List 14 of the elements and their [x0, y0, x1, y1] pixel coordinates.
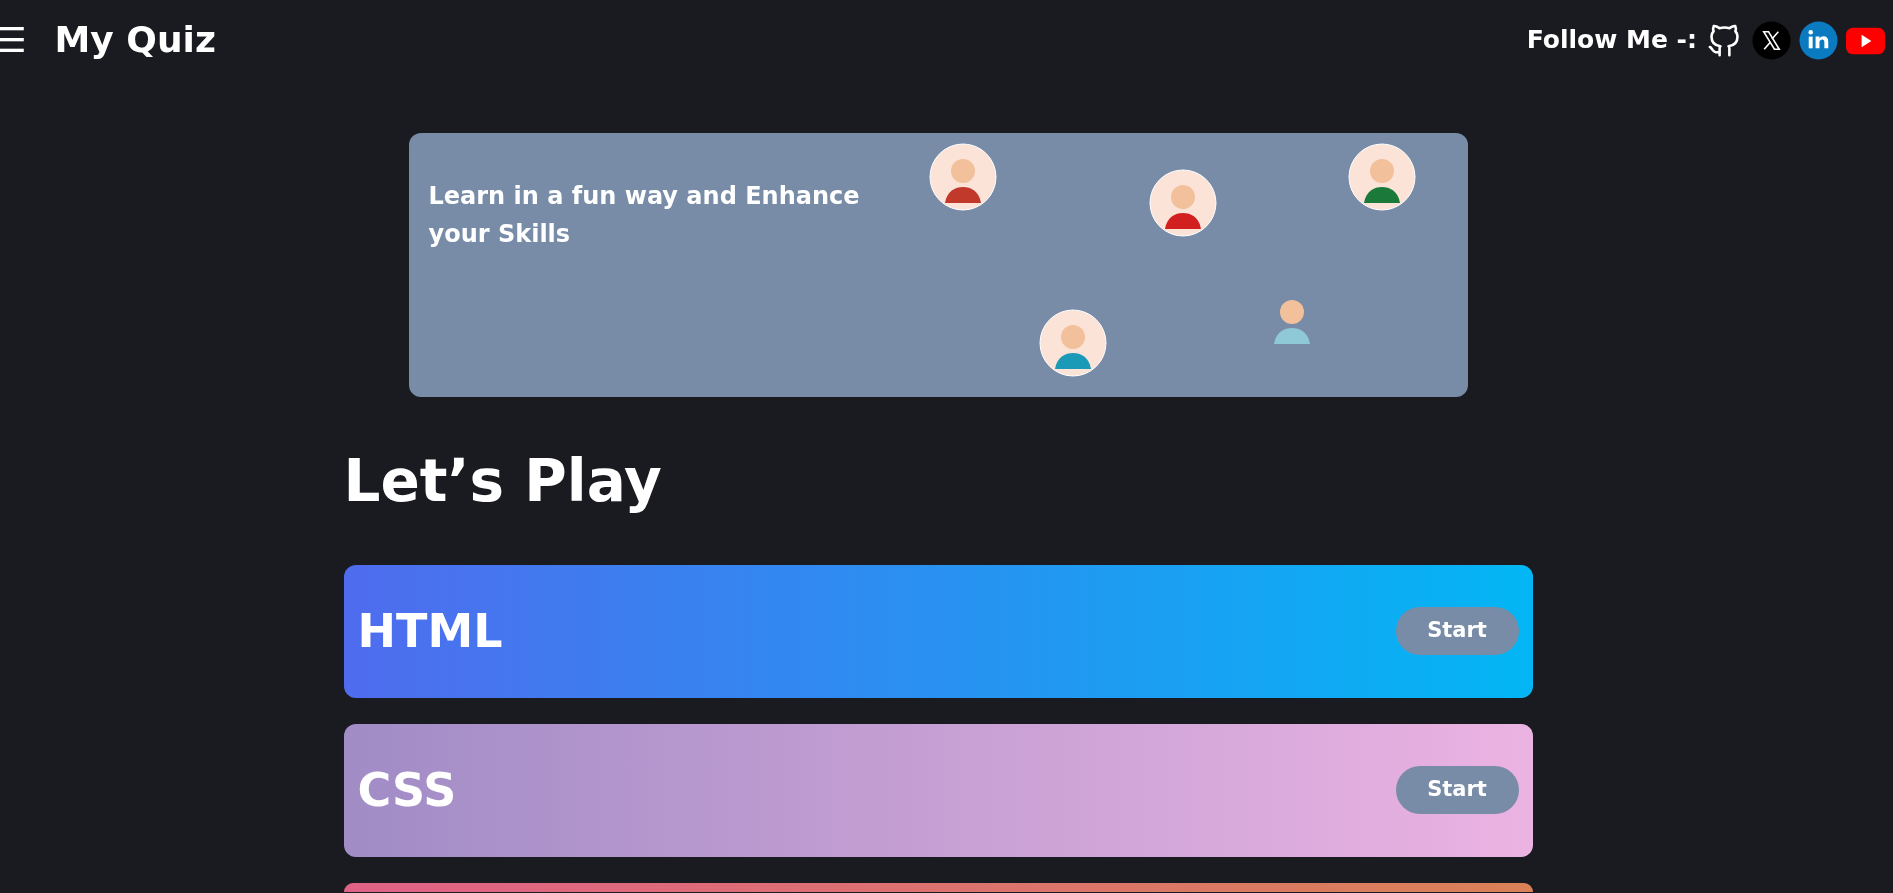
- linkedin-icon[interactable]: [1799, 20, 1838, 60]
- follow-label: Follow Me -:: [1526, 24, 1697, 57]
- banner-text: Learn in a fun way and Enhance your Skills: [428, 181, 861, 251]
- x-logo-icon[interactable]: [1752, 20, 1791, 60]
- brand-title: My Quiz: [54, 18, 216, 62]
- quiz-title: HTML: [357, 603, 503, 659]
- avatar-icon: [1148, 169, 1217, 237]
- quiz-title: CSS: [357, 762, 457, 818]
- start-button[interactable]: Start: [1395, 766, 1519, 815]
- avatar-icon: [1038, 309, 1107, 377]
- avatar-icon: [1347, 143, 1416, 211]
- avatar-icon: [928, 143, 997, 211]
- section-heading: Let’s Play: [343, 447, 663, 517]
- start-button[interactable]: Start: [1395, 607, 1519, 656]
